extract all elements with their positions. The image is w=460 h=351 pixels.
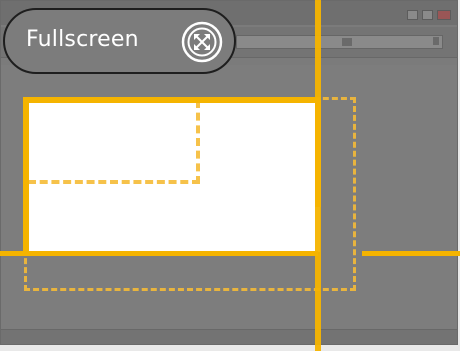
maximize-icon[interactable] bbox=[422, 10, 433, 20]
fullscreen-button[interactable]: Fullscreen bbox=[3, 8, 236, 74]
close-icon[interactable] bbox=[437, 10, 451, 20]
screenshot-stage: Fullscreen bbox=[0, 0, 460, 351]
crosshair-horizontal-guide-left bbox=[0, 251, 318, 256]
selection-edge-left[interactable] bbox=[23, 97, 29, 255]
fullscreen-expand-icon[interactable] bbox=[179, 19, 225, 65]
crosshair-horizontal-guide-right bbox=[362, 251, 460, 256]
minimize-icon[interactable] bbox=[407, 10, 418, 20]
selection-edge-top[interactable] bbox=[23, 97, 321, 103]
outer-dashed-guide bbox=[24, 97, 356, 291]
crosshair-vertical-guide bbox=[315, 0, 321, 351]
window-statusbar bbox=[1, 329, 457, 344]
fullscreen-label: Fullscreen bbox=[26, 27, 139, 52]
chevron-down-icon bbox=[433, 37, 439, 45]
window-dropdown[interactable] bbox=[236, 35, 443, 49]
dropdown-marker-icon bbox=[342, 38, 352, 46]
window-controls bbox=[407, 10, 451, 20]
